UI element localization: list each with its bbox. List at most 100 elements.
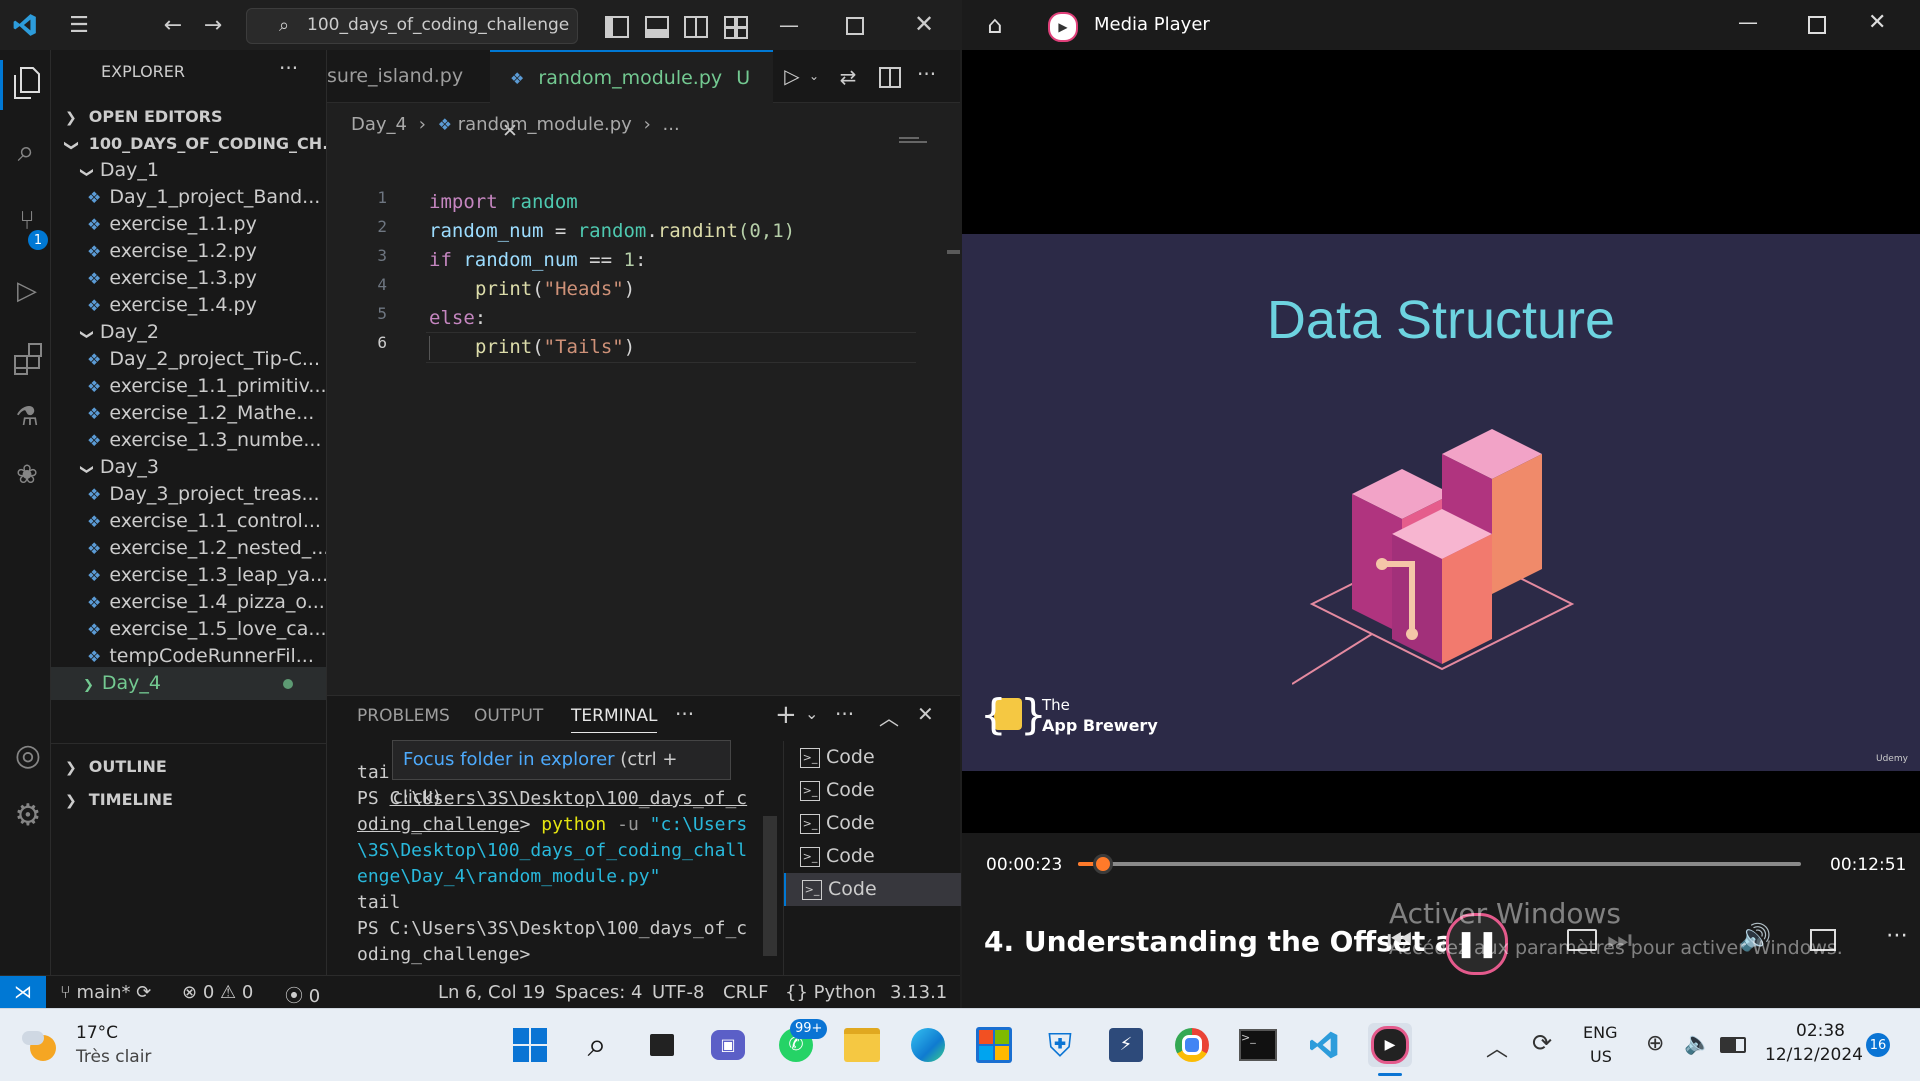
terminal-list-item-active[interactable]: >_ Code [784,873,961,906]
python-version[interactable]: 3.13.1 [890,982,947,1003]
terminal-list-item[interactable]: >_ Code [784,774,959,807]
breadcrumb-folder[interactable]: Day_4 [351,114,407,135]
settings-gear-icon[interactable]: ⚙ [12,798,44,833]
customize-layout-icon[interactable] [724,16,748,39]
battery-icon[interactable] [1720,1037,1746,1053]
close-icon[interactable]: ✕ [1868,10,1886,35]
maximize-panel-icon[interactable]: ︿ [879,702,899,731]
scrollbar-thumb[interactable] [947,250,960,254]
minimap[interactable] [899,135,929,147]
tab-output[interactable]: OUTPUT [474,696,543,736]
indentation[interactable]: Spaces: 4 [555,982,642,1003]
search-icon[interactable]: ⌕ [575,1023,619,1067]
maximize-icon[interactable] [846,17,864,35]
minimize-icon[interactable]: — [1738,10,1758,34]
weather-icon[interactable] [20,1025,62,1065]
language-mode[interactable]: {} Python [785,982,876,1003]
search-icon[interactable]: ⌕ [10,134,42,169]
sync-status-icon[interactable]: ⟳ [1532,1029,1552,1057]
pycharm-like-icon[interactable]: ⚡ [1104,1023,1148,1067]
terminal-icon[interactable]: >_ [1236,1023,1280,1067]
file-explorer-icon[interactable] [840,1023,884,1067]
folder-item[interactable]: ❯ Day_4 [51,667,326,700]
toggle-panel-icon[interactable] [645,16,669,38]
tree-label: exercise_1.1_control... [109,510,321,532]
vscode-taskbar-icon[interactable] [1302,1023,1346,1067]
new-terminal-icon[interactable]: + [775,700,797,730]
terminal-scrollbar[interactable] [763,816,777,956]
terminal-list-item[interactable]: >_ Code [784,741,959,774]
tab-active[interactable]: ❖ random_module.py U ✕ [490,50,773,142]
chevron-right-icon: ❯ [65,793,77,809]
branch-indicator[interactable]: ⑂ main* ⟳ [60,982,151,1003]
terminal-line: tai [357,762,390,783]
tooltip-link[interactable]: Focus folder in explorer [403,749,615,770]
microsoft-store-icon[interactable] [972,1023,1016,1067]
speaker-icon[interactable]: 🔈 [1684,1031,1711,1056]
active-indicator [0,60,3,110]
compare-changes-icon[interactable]: ⇄ [835,64,861,90]
toggle-secondary-sidebar-icon[interactable] [684,16,708,38]
code-line: print("Tails") [475,336,636,358]
terminal-more-icon[interactable]: ··· [835,702,854,726]
extensions-icon[interactable] [14,343,42,375]
outline-section[interactable]: ❯ OUTLINE [51,750,326,783]
edge-icon[interactable] [906,1023,950,1067]
language-primary[interactable]: ENG [1583,1023,1617,1042]
explorer-more-icon[interactable]: ··· [279,56,298,80]
files-icon[interactable] [10,65,42,101]
close-icon[interactable]: ✕ [910,10,938,38]
command-center-search[interactable]: ⌕ 100_days_of_coding_challenge [246,8,578,44]
start-windows-icon[interactable] [508,1023,552,1067]
seek-bar[interactable] [1078,854,1801,874]
timeline-section[interactable]: ❯ TIMELINE [51,783,326,816]
run-icon[interactable]: ▷ [780,64,804,88]
tray-chevron-up-icon[interactable]: ︿ [1486,1031,1508,1063]
cursor-position[interactable]: Ln 6, Col 19 [438,982,545,1003]
run-debug-icon[interactable]: ▷ [12,275,42,307]
toggle-sidebar-icon[interactable] [605,16,629,38]
tab-terminal[interactable]: TERMINAL [571,696,658,733]
network-globe-icon[interactable]: ⊕ [1646,1031,1664,1056]
back-arrow-icon[interactable]: ← [160,12,186,38]
line-ending[interactable]: CRLF [723,982,768,1003]
terminal-list-item[interactable]: >_ Code [784,840,959,873]
terminal-dropdown-icon[interactable]: ⌄ [805,704,818,723]
breadcrumb-file[interactable]: random_module.py [458,114,632,135]
security-shield-icon[interactable]: ⛨ [1038,1023,1082,1067]
notification-count-badge[interactable]: 16 [1866,1033,1890,1057]
run-dropdown-icon[interactable]: ⌄ [805,66,823,86]
breadcrumb-more[interactable]: ... [663,114,680,135]
minimize-icon[interactable]: — [775,12,803,38]
maximize-icon[interactable] [1808,16,1826,34]
menu-icon[interactable]: ☰ [65,12,93,38]
testing-icon[interactable]: ⚗ [12,400,42,434]
teams-chat-icon[interactable]: ▣ [706,1023,750,1067]
task-view-icon[interactable] [640,1023,684,1067]
tab-problems[interactable]: PROBLEMS [357,696,450,736]
encoding[interactable]: UTF-8 [652,982,704,1003]
close-panel-icon[interactable]: ✕ [917,702,934,726]
remote-icon[interactable]: ⋊ [0,976,46,1009]
chrome-icon[interactable] [1170,1023,1214,1067]
clock-time[interactable]: 02:38 [1796,1021,1845,1041]
more-options-icon[interactable]: ⋯ [1886,923,1908,948]
problems-indicator[interactable]: ⊗ 0 ⚠ 0 [182,982,253,1003]
account-icon[interactable]: ◎ [12,738,44,773]
figma-icon[interactable]: ❀ [12,458,42,492]
panel-more-icon[interactable]: ··· [675,702,694,726]
terminal-list-item[interactable]: >_ Code [784,807,959,840]
home-icon[interactable]: ⌂ [982,11,1008,39]
video-frame[interactable]: Data Structure { } The App Brewery Udemy [962,234,1920,771]
code-editor[interactable]: 1 2 3 4 5 6 import random random_num = r… [327,188,947,368]
language-secondary[interactable]: US [1590,1047,1612,1066]
more-actions-icon[interactable]: ··· [917,62,936,86]
clock-date[interactable]: 12/12/2024 [1765,1045,1863,1065]
split-editor-icon[interactable] [879,67,901,88]
brand-the: The [1042,696,1070,714]
tab-inactive[interactable]: sure_island.py [327,50,487,102]
forward-arrow-icon[interactable]: → [200,12,226,38]
ports-indicator[interactable]: ⦿ 0 [285,982,320,1008]
seek-thumb[interactable] [1093,854,1114,874]
media-player-taskbar-icon[interactable]: ▶ [1368,1023,1412,1067]
